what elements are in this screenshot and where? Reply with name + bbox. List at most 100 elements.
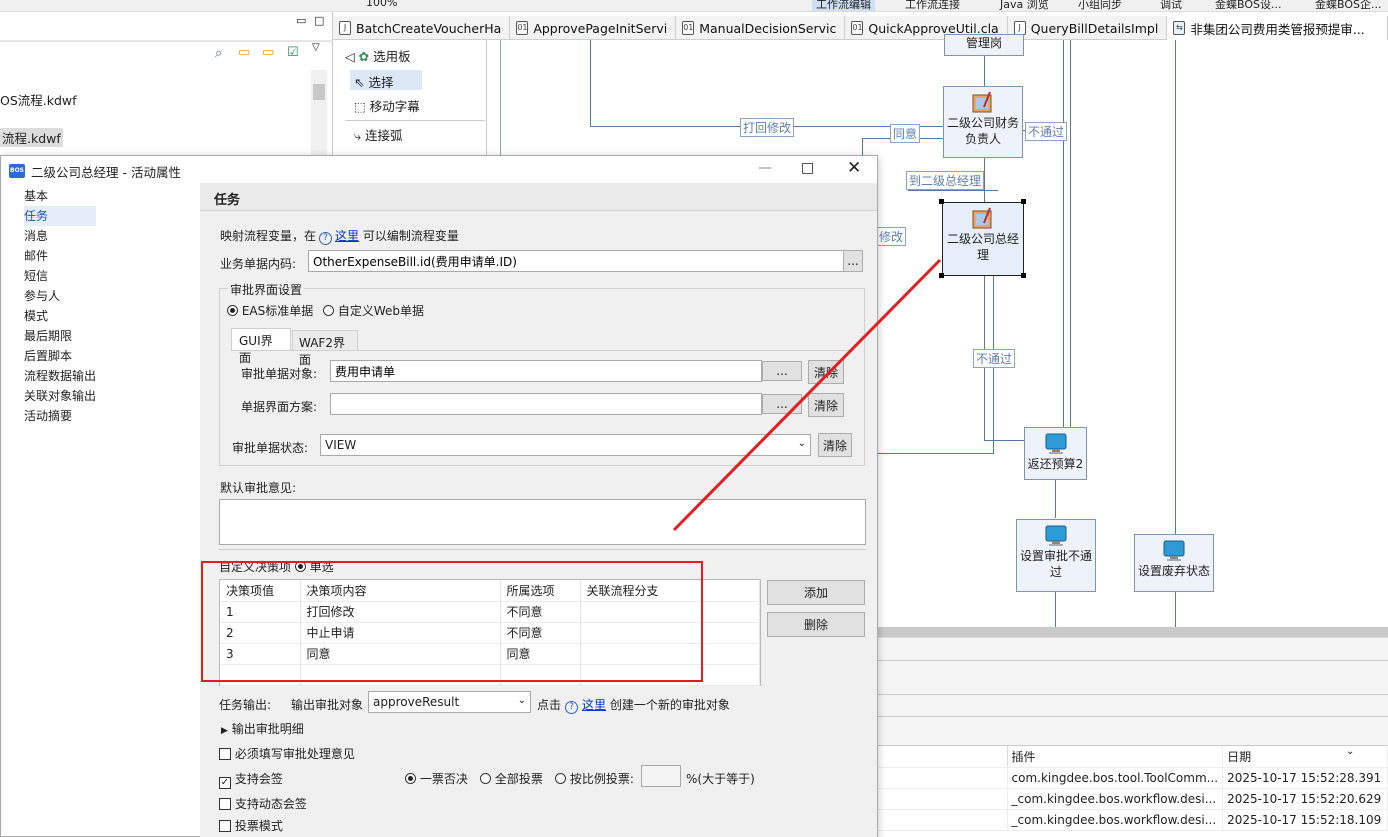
palette-select-tool[interactable]: ⇖ 选择 — [350, 70, 422, 90]
connection-icon: ⤷ — [354, 128, 362, 143]
node-return-budget-2[interactable]: 返还预算2 — [1024, 427, 1087, 480]
maximize-button[interactable]: □ — [801, 160, 814, 176]
nav-participant[interactable]: 参与人 — [24, 286, 96, 306]
nav-task-selected[interactable]: 任务 — [24, 206, 97, 226]
nav-activity-summary[interactable]: 活动摘要 — [24, 406, 96, 426]
approve-ui-group-label: 审批界面设置 — [228, 281, 305, 298]
edge-label-send-back[interactable]: 打回修改 — [740, 118, 795, 137]
palette-header[interactable]: ◁ ✿ 选用板 — [345, 46, 411, 65]
node-manager-post[interactable]: 管理岗 — [944, 34, 1024, 56]
output-detail-expander[interactable]: ▶ 输出审批明细 — [221, 720, 304, 737]
tree-item[interactable]: OS流程.kdwf — [0, 90, 77, 109]
task-output-label: 任务输出: — [219, 698, 272, 712]
radio-all-vote[interactable]: 全部投票 — [480, 770, 543, 787]
perspective-bos-design[interactable]: 金蝶BOS设... — [1215, 0, 1281, 11]
zoom-combo[interactable]: 100% — [366, 0, 397, 9]
edge-label-reject-2[interactable]: 不通过 — [973, 349, 1016, 368]
marquee-icon: ⬚ — [354, 99, 366, 114]
nav-related-object-output[interactable]: 关联对象输出 — [24, 386, 96, 406]
checklist-icon[interactable]: ☑ — [287, 45, 299, 60]
ratio-input[interactable] — [641, 765, 681, 787]
radio-custom-web[interactable]: 自定义Web单据 — [323, 302, 424, 319]
palette-item-label: 连接弧 — [365, 128, 403, 143]
countersign-checkbox[interactable]: ✓ 支持会签 — [219, 770, 283, 789]
nav-sms[interactable]: 短信 — [24, 266, 96, 286]
nav-email[interactable]: 邮件 — [24, 246, 96, 266]
column-date[interactable]: 日期 — [1222, 746, 1388, 768]
log-date: 2025-10-17 15:52:20.629 — [1222, 788, 1388, 810]
map-vars-suffix: 可以编制流程变量 — [362, 229, 459, 243]
node-sub-company-finance-head[interactable]: 二级公司财务负责人 — [943, 86, 1023, 158]
log-plugin: com.kingdee.bos.tool.ToolComm... — [1007, 767, 1224, 789]
edge-label-reject[interactable]: 不通过 — [1025, 122, 1068, 141]
view-menu-icon[interactable]: ▽ — [312, 42, 320, 53]
here-link-create[interactable]: 这里 — [582, 698, 606, 712]
output-object-select[interactable]: approveResult ⌄ — [368, 691, 531, 713]
minimize-button[interactable]: — — [758, 160, 772, 176]
tab-query-bill-details[interactable]: J QueryBillDetailsImpl — [1008, 16, 1168, 40]
checkbox-label: 投票模式 — [234, 819, 283, 833]
delete-decision-button[interactable]: 删除 — [767, 612, 865, 637]
tree-item-selected[interactable]: 流程.kdwf — [0, 128, 63, 147]
palette-connection-tool[interactable]: ⤷ 连接弧 — [354, 125, 403, 144]
edge-label-to-gm[interactable]: 到二级总经理 — [906, 171, 985, 190]
perspective-workflow-link[interactable]: 工作流连接 — [905, 0, 960, 11]
tab-batch-create-voucher[interactable]: J BatchCreateVoucherHa — [333, 16, 511, 40]
radio-on-icon — [405, 773, 416, 784]
node-sub-company-gm-selected[interactable]: 二级公司总经理 — [942, 202, 1024, 276]
folder-icon[interactable]: ▭ — [238, 45, 250, 60]
search-icon[interactable]: ⌕ — [215, 46, 222, 61]
close-button[interactable]: ✕ — [847, 158, 861, 178]
column-plugin[interactable]: 插件 — [1007, 746, 1224, 768]
collapse-icon[interactable]: ◁ — [345, 49, 355, 64]
perspective-workflow-edit[interactable]: 工作流编辑 — [812, 0, 875, 11]
java-file-icon: J — [1013, 21, 1026, 35]
add-decision-button[interactable]: 添加 — [767, 580, 865, 605]
perspective-team[interactable]: 小组同步 — [1078, 0, 1122, 11]
node-set-discard-state[interactable]: 设置废弃状态 — [1134, 534, 1214, 592]
dynamic-countersign-checkbox[interactable]: 支持动态会签 — [219, 795, 307, 812]
annotation-line — [672, 258, 942, 532]
console-pane — [878, 637, 1388, 745]
chevron-down-icon[interactable]: ⌄ — [1346, 746, 1354, 757]
subtab-waf2[interactable]: WAF2界面 — [292, 330, 358, 367]
dialog-titlebar: BOS 二级公司总经理 - 活动属性 — [1, 156, 877, 186]
radio-eas-standard[interactable]: EAS标准单据 — [227, 302, 313, 319]
help-icon[interactable]: ? — [565, 701, 579, 714]
maximize-icon[interactable]: □ — [314, 14, 324, 27]
tab-manual-decision[interactable]: 01 ManualDecisionServic — [676, 16, 846, 40]
tab-approve-page-init[interactable]: 01 ApprovePageInitServi — [510, 16, 677, 40]
here-link[interactable]: 这里 — [335, 229, 359, 243]
must-fill-checkbox[interactable]: 必须填写审批处理意见 — [219, 745, 355, 762]
table-row[interactable]: com.kingdee.bos.tool.ToolComm... 2025-10-… — [878, 767, 1388, 789]
edge-label-modify[interactable]: 修改 — [876, 227, 907, 246]
perspective-debug[interactable]: 调试 — [1160, 0, 1182, 11]
perspective-bos-enterprise[interactable]: 金蝶BOS企... — [1315, 0, 1381, 11]
subtab-gui[interactable]: GUI界面 — [231, 328, 291, 365]
dialog-nav: 基本 任务 消息 邮件 短信 参与人 模式 最后期限 后置脚本 流程数据输出 关… — [24, 186, 97, 426]
radio-on-icon — [227, 305, 238, 316]
sash[interactable] — [878, 627, 1388, 637]
nav-process-data-output[interactable]: 流程数据输出 — [24, 366, 96, 386]
navigator-pane: ⌕ ▭ ▭ ☑ ▽ ▭ □ OS流程.kdwf 流程.kdwf — [0, 12, 333, 160]
open-folder-icon[interactable]: ▭ — [262, 45, 274, 60]
radio-one-veto[interactable]: 一票否决 — [405, 770, 468, 787]
nav-mode[interactable]: 模式 — [24, 306, 96, 326]
scrollbar[interactable] — [311, 70, 327, 160]
table-row[interactable]: _com.kingdee.bos.workflow.desi... 2025-10… — [878, 788, 1388, 810]
table-row[interactable]: _com.kingdee.bos.workflow.desi... 2025-10… — [878, 809, 1388, 831]
tab-workflow[interactable]: ⇆ 非集团公司费用类管报预提审... — [1167, 16, 1388, 40]
nav-post-script[interactable]: 后置脚本 — [24, 346, 96, 366]
nav-deadline[interactable]: 最后期限 — [24, 326, 96, 346]
minimize-icon[interactable]: ▭ — [296, 14, 306, 27]
perspective-java[interactable]: Java 浏览 — [1000, 0, 1049, 11]
palette-marquee-tool[interactable]: ⬚ 移动字幕 — [354, 96, 420, 115]
vote-mode-checkbox[interactable]: 投票模式 — [219, 817, 283, 834]
node-set-approval-rejected[interactable]: 设置审批不通过 — [1016, 519, 1096, 592]
checkbox-label: 支持动态会签 — [234, 797, 307, 811]
help-icon[interactable]: ? — [319, 232, 333, 245]
nav-message[interactable]: 消息 — [24, 226, 96, 246]
edge-label-agree[interactable]: 同意 — [890, 124, 921, 143]
radio-ratio-vote[interactable]: 按比例投票: — [555, 770, 634, 787]
nav-basic[interactable]: 基本 — [24, 186, 96, 206]
